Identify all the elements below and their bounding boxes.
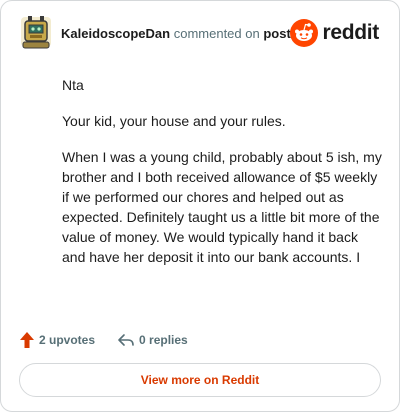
reddit-wordmark: reddit [322,21,379,44]
reply-arrow-icon [118,334,134,346]
upvote-count: 2 upvotes [39,333,96,347]
upvote-button[interactable]: 2 upvotes [19,331,95,349]
comment-paragraph: When I was a young child, probably about… [62,149,382,265]
comment-paragraph: Nta [62,77,84,93]
reddit-logo-icon [290,19,319,47]
comment-embed-card: KaleidoscopeDan commented on post reddit… [0,0,400,412]
upvote-arrow-icon [20,332,34,348]
reddit-brand[interactable]: reddit [290,19,379,47]
comment-byline: KaleidoscopeDan commented on post [61,26,291,41]
reply-count: 0 replies [139,333,188,347]
comment-body: Nta Your kid, your house and your rules.… [62,75,382,283]
user-avatar[interactable] [19,15,53,51]
username-link[interactable]: KaleidoscopeDan [61,26,170,41]
post-link[interactable]: post [263,26,290,41]
reply-button[interactable]: 0 replies [117,332,188,348]
comment-header: KaleidoscopeDan commented on post reddit [19,15,381,53]
comment-actions: 2 upvotes 0 replies [19,330,188,350]
action-text: commented on [173,26,260,41]
avatar-robot-icon [21,16,51,49]
comment-paragraph: Your kid, your house and your rules. [62,113,286,129]
view-more-button[interactable]: View more on Reddit [19,363,381,397]
